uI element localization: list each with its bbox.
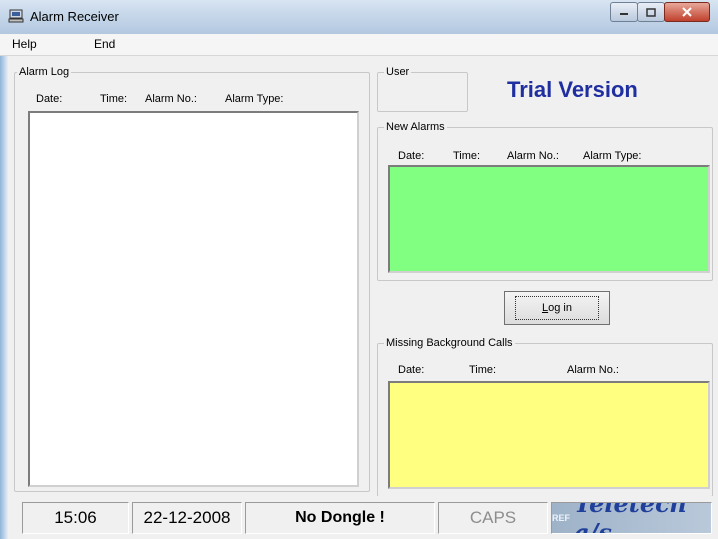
alarm-log-col-alarm-no: Alarm No.: xyxy=(145,93,197,105)
user-label: User xyxy=(384,66,412,78)
status-dongle: No Dongle ! xyxy=(245,502,435,534)
maximize-button[interactable] xyxy=(637,2,665,22)
missing-calls-group: Missing Background Calls Date: Time: Ala… xyxy=(377,337,713,497)
desktop-edge xyxy=(0,56,8,539)
menu-help[interactable]: Help xyxy=(12,37,37,51)
missing-calls-col-alarm-no: Alarm No.: xyxy=(567,364,619,376)
title-bar: Alarm Receiver xyxy=(0,0,718,34)
trial-version-label: Trial Version xyxy=(507,77,638,102)
new-alarms-col-alarm-type: Alarm Type: xyxy=(583,150,642,162)
close-button[interactable] xyxy=(664,2,710,22)
menu-bar: Help End xyxy=(0,34,718,56)
missing-calls-label: Missing Background Calls xyxy=(384,337,515,349)
teletech-logo: REF Teletech a/s xyxy=(551,502,712,534)
alarm-log-label: Alarm Log xyxy=(17,66,72,78)
new-alarms-list[interactable] xyxy=(388,165,710,273)
login-button[interactable]: Log in xyxy=(504,291,610,325)
minimize-button[interactable] xyxy=(610,2,638,22)
menu-end[interactable]: End xyxy=(94,37,115,51)
window-title: Alarm Receiver xyxy=(30,9,119,24)
status-time: 15:06 xyxy=(22,502,129,534)
login-button-label: Log in xyxy=(515,296,599,320)
status-date: 22-12-2008 xyxy=(132,502,242,534)
alarm-log-col-date: Date: xyxy=(36,93,63,105)
new-alarms-col-date: Date: xyxy=(398,150,425,162)
new-alarms-group: New Alarms Date: Time: Alarm No.: Alarm … xyxy=(377,121,713,281)
close-icon xyxy=(682,7,692,17)
new-alarms-label: New Alarms xyxy=(384,121,447,133)
missing-calls-col-time: Time: xyxy=(469,364,497,376)
logo-teletech: Teletech a/s xyxy=(574,502,688,534)
alarm-receiver-window: Alarm Receiver Help End Alarm Log Date: … xyxy=(0,0,718,539)
logo-ref: REF xyxy=(552,513,570,523)
minimize-icon xyxy=(620,13,628,15)
maximize-icon xyxy=(646,7,656,17)
new-alarms-col-time: Time: xyxy=(453,150,481,162)
status-bar: 15:06 22-12-2008 No Dongle ! CAPS REF Te… xyxy=(8,496,718,539)
computer-icon xyxy=(8,9,24,23)
missing-calls-col-date: Date: xyxy=(398,364,425,376)
window-controls xyxy=(610,2,710,22)
alarm-log-list[interactable] xyxy=(28,111,359,487)
user-group: User xyxy=(377,66,468,112)
new-alarms-col-alarm-no: Alarm No.: xyxy=(507,150,559,162)
missing-calls-list[interactable] xyxy=(388,381,710,489)
status-caps: CAPS xyxy=(438,502,548,534)
alarm-log-group: Alarm Log Date: Time: Alarm No.: Alarm T… xyxy=(14,66,370,492)
login-label-rest: og in xyxy=(548,302,572,314)
alarm-log-col-alarm-type: Alarm Type: xyxy=(225,93,284,105)
alarm-log-col-time: Time: xyxy=(100,93,128,105)
